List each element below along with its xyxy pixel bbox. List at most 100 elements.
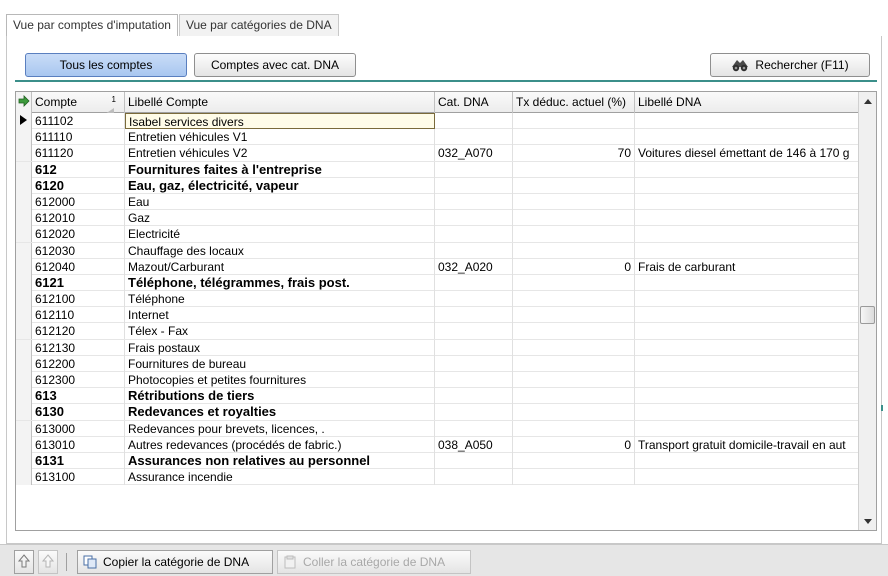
cell-compte[interactable]: 612000 bbox=[32, 193, 125, 210]
cell-libelle[interactable]: Entretien véhicules V2 bbox=[125, 145, 435, 162]
cell-tx-deduc[interactable] bbox=[513, 452, 635, 469]
cell-libelle-dna[interactable] bbox=[635, 194, 858, 210]
row-indicator-cell[interactable] bbox=[16, 355, 32, 372]
cell-compte[interactable]: 612 bbox=[32, 161, 125, 178]
cell-tx-deduc[interactable] bbox=[513, 404, 635, 421]
cell-libelle[interactable]: Redevances pour brevets, licences, . bbox=[125, 420, 435, 437]
row-indicator-cell[interactable] bbox=[16, 452, 32, 469]
row-indicator-cell[interactable] bbox=[16, 258, 32, 275]
cell-cat-dna[interactable] bbox=[435, 452, 513, 469]
cell-cat-dna[interactable] bbox=[435, 177, 513, 194]
cell-cat-dna[interactable]: 032_A020 bbox=[435, 258, 513, 275]
cell-libelle[interactable]: Entretien véhicules V1 bbox=[125, 129, 435, 146]
table-row[interactable]: 611102 Isabel services divers bbox=[16, 113, 876, 130]
cell-tx-deduc[interactable] bbox=[513, 210, 635, 227]
cell-cat-dna[interactable]: 032_A070 bbox=[435, 145, 513, 162]
cell-compte[interactable]: 611102 bbox=[32, 113, 125, 129]
cell-libelle-dna[interactable] bbox=[635, 291, 858, 307]
cell-cat-dna[interactable] bbox=[435, 210, 513, 227]
cell-compte[interactable]: 613000 bbox=[32, 420, 125, 437]
cell-tx-deduc[interactable] bbox=[513, 372, 635, 388]
cell-libelle[interactable]: Redevances et royalties bbox=[125, 404, 435, 421]
scroll-down-icon[interactable] bbox=[859, 512, 876, 530]
column-header-libelle[interactable]: Libellé Compte bbox=[125, 92, 435, 113]
cell-libelle-dna[interactable] bbox=[635, 275, 858, 291]
cell-compte[interactable]: 612130 bbox=[32, 339, 125, 356]
cell-libelle-dna[interactable] bbox=[635, 243, 858, 259]
table-row[interactable]: 612030 Chauffage des locaux bbox=[16, 242, 876, 259]
cell-libelle-dna[interactable] bbox=[635, 226, 858, 242]
coller-categorie-button[interactable]: Coller la catégorie de DNA bbox=[277, 550, 471, 574]
cell-cat-dna[interactable] bbox=[435, 355, 513, 372]
cell-tx-deduc[interactable]: 70 bbox=[513, 145, 635, 162]
cell-libelle[interactable]: Internet bbox=[125, 307, 435, 324]
cell-libelle-dna[interactable]: Transport gratuit domicile-travail en au… bbox=[635, 437, 858, 453]
table-row[interactable]: 612040 Mazout/Carburant 032_A020 0 Frais de … bbox=[16, 258, 876, 275]
cell-cat-dna[interactable] bbox=[435, 226, 513, 243]
cell-compte[interactable]: 612040 bbox=[32, 258, 125, 275]
cell-compte[interactable]: 6131 bbox=[32, 452, 125, 469]
table-row[interactable]: 612110 Internet bbox=[16, 307, 876, 324]
cell-tx-deduc[interactable]: 0 bbox=[513, 258, 635, 275]
table-row[interactable]: 611120 Entretien véhicules V2 032_A070 70 Vo… bbox=[16, 145, 876, 162]
cell-compte[interactable]: 612030 bbox=[32, 242, 125, 259]
cell-cat-dna[interactable] bbox=[435, 307, 513, 324]
cell-compte[interactable]: 612200 bbox=[32, 355, 125, 372]
cell-compte[interactable]: 612010 bbox=[32, 210, 125, 227]
column-header-libelle-dna[interactable]: Libellé DNA bbox=[635, 92, 858, 113]
row-indicator-cell[interactable] bbox=[16, 307, 32, 324]
cell-cat-dna[interactable] bbox=[435, 274, 513, 291]
column-header-cat-dna[interactable]: Cat. DNA bbox=[435, 92, 513, 113]
table-row[interactable]: 6121 Téléphone, télégrammes, frais post. bbox=[16, 274, 876, 292]
cell-compte[interactable]: 6120 bbox=[32, 177, 125, 194]
row-indicator-cell[interactable] bbox=[16, 113, 32, 129]
table-row[interactable]: 6120 Eau, gaz, électricité, vapeur bbox=[16, 177, 876, 194]
cell-libelle-dna[interactable] bbox=[635, 323, 858, 339]
copier-categorie-button[interactable]: Copier la catégorie de DNA bbox=[77, 550, 273, 574]
cell-compte[interactable]: 611120 bbox=[32, 145, 125, 162]
cell-tx-deduc[interactable] bbox=[513, 177, 635, 194]
cell-compte[interactable]: 612020 bbox=[32, 226, 125, 243]
cell-libelle[interactable]: Eau, gaz, électricité, vapeur bbox=[125, 177, 435, 194]
table-row[interactable]: 613000 Redevances pour brevets, licences,… bbox=[16, 420, 876, 437]
row-indicator-cell[interactable] bbox=[16, 242, 32, 259]
table-row[interactable]: 612000 Eau bbox=[16, 193, 876, 211]
cell-tx-deduc[interactable] bbox=[513, 129, 635, 146]
cell-tx-deduc[interactable] bbox=[513, 388, 635, 405]
cell-cat-dna[interactable] bbox=[435, 388, 513, 405]
cell-libelle-dna[interactable] bbox=[635, 372, 858, 388]
cell-libelle-dna[interactable] bbox=[635, 453, 858, 469]
cell-cat-dna[interactable] bbox=[435, 161, 513, 178]
row-indicator-cell[interactable] bbox=[16, 436, 32, 453]
tous-les-comptes-button[interactable]: Tous les comptes bbox=[25, 53, 187, 77]
cell-libelle[interactable]: Electricité bbox=[125, 226, 435, 243]
row-indicator-cell[interactable] bbox=[16, 274, 32, 291]
cell-cat-dna[interactable] bbox=[435, 291, 513, 308]
cell-tx-deduc[interactable] bbox=[513, 339, 635, 356]
cell-cat-dna[interactable] bbox=[435, 372, 513, 388]
cell-libelle-dna[interactable] bbox=[635, 356, 858, 372]
cell-tx-deduc[interactable] bbox=[513, 469, 635, 486]
cell-compte[interactable]: 613100 bbox=[32, 469, 125, 486]
cell-tx-deduc[interactable]: 0 bbox=[513, 436, 635, 453]
cell-tx-deduc[interactable] bbox=[513, 242, 635, 259]
vertical-scrollbar[interactable] bbox=[858, 92, 876, 530]
cell-libelle-dna[interactable] bbox=[635, 113, 858, 129]
cell-compte[interactable]: 612110 bbox=[32, 307, 125, 324]
cell-libelle-dna[interactable] bbox=[635, 129, 858, 145]
cell-cat-dna[interactable] bbox=[435, 323, 513, 340]
cell-libelle[interactable]: Mazout/Carburant bbox=[125, 258, 435, 275]
cell-tx-deduc[interactable] bbox=[513, 323, 635, 340]
table-row[interactable]: 613010 Autres redevances (procédés de fab… bbox=[16, 436, 876, 453]
nav-down-button[interactable] bbox=[38, 550, 58, 574]
cell-cat-dna[interactable] bbox=[435, 404, 513, 421]
row-indicator-cell[interactable] bbox=[16, 469, 32, 486]
scroll-up-icon[interactable] bbox=[859, 92, 876, 110]
cell-tx-deduc[interactable] bbox=[513, 291, 635, 308]
row-indicator-cell[interactable] bbox=[16, 177, 32, 194]
table-row[interactable]: 613100 Assurance incendie bbox=[16, 469, 876, 486]
table-row[interactable]: 613 Rétributions de tiers bbox=[16, 388, 876, 405]
table-row[interactable]: 612 Fournitures faites à l'entreprise bbox=[16, 161, 876, 178]
cell-compte[interactable]: 6121 bbox=[32, 274, 125, 291]
cell-libelle[interactable]: Assurance incendie bbox=[125, 469, 435, 486]
